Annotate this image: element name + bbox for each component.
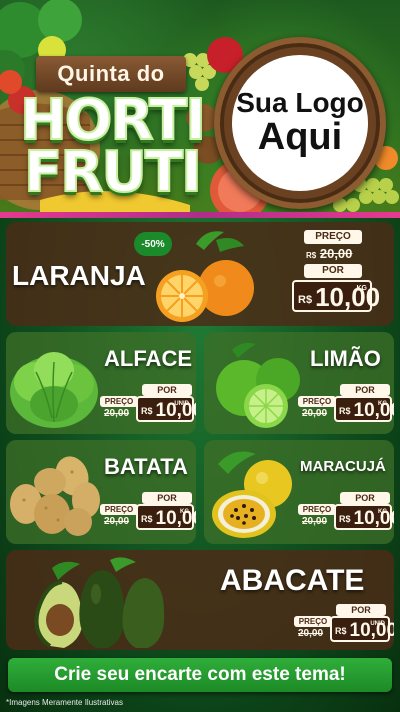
flyer-page: Quinta do HORTI FRUTI Sua Logo Aqui LARA… [0, 0, 400, 712]
brand-line-2: FRUTI [23, 139, 203, 206]
product-name-alface: ALFACE [104, 346, 192, 371]
unit-alface: UNID [174, 401, 189, 407]
price-label-laranja: PREÇO [304, 230, 362, 244]
lime-icon [216, 342, 300, 428]
new-price-laranja: R$ 10,00 KG [292, 280, 380, 312]
discount-badge: -50% [134, 232, 172, 256]
title-small: Quinta do [57, 61, 165, 86]
new-price-alface: R$ 10,00 UNID [136, 396, 196, 422]
product-name-abacate: ABACATE [220, 564, 365, 597]
old-price-value-batata: 20,00 [104, 516, 130, 527]
currency-batata: R$ [141, 514, 153, 524]
header-banner: Quinta do HORTI FRUTI Sua Logo Aqui [0, 0, 400, 216]
product-name-batata: BATATA [104, 454, 188, 479]
avocado-icon [34, 557, 165, 648]
unit-abacate: UNID [370, 621, 385, 627]
price-label-limao: PREÇO [298, 396, 336, 407]
old-price-value-alface: 20,00 [104, 408, 130, 419]
old-price-maracuja: 20,00 [302, 516, 327, 527]
old-price-alface: 20,00 [104, 408, 129, 419]
potato-icon [10, 456, 100, 536]
product-name-maracuja: MARACUJÁ [300, 458, 386, 475]
new-price-batata: R$ 10,00 KG [136, 504, 196, 530]
disclaimer-text: *Imagens Meramente Ilustrativas [6, 698, 123, 707]
product-card-batata[interactable]: BATATA POR PREÇO 20,00 R$ 10,00 KG [6, 440, 196, 544]
logo-placeholder[interactable]: Sua Logo Aqui [214, 37, 386, 209]
new-price-value-maracuja: 10,00 [353, 508, 394, 529]
currency-limao: R$ [339, 406, 351, 416]
product-card-laranja[interactable]: LARANJA PREÇO R$ 20,00 POR R$ 10,00 KG [6, 222, 394, 326]
old-price-value-maracuja: 20,00 [302, 516, 328, 527]
title-board: Quinta do [36, 56, 186, 92]
new-price-value-limao: 10,00 [353, 400, 394, 421]
por-label-laranja: POR [304, 264, 362, 278]
logo-inner: Sua Logo Aqui [232, 55, 368, 191]
cta-label: Crie seu encarte com este tema! [54, 664, 346, 685]
por-label-abacate: POR [336, 604, 386, 616]
passion-fruit-icon [212, 451, 292, 538]
old-price-abacate: 20,00 [298, 628, 323, 639]
logo-line-1: Sua Logo [236, 87, 364, 119]
old-price-laranja: R$ 20,00 [306, 246, 352, 261]
header-divider [0, 212, 400, 218]
currency-alface: R$ [141, 406, 153, 416]
old-price-limao: 20,00 [302, 408, 327, 419]
unit-limao: KG [378, 401, 387, 407]
price-label-maracuja: PREÇO [298, 504, 336, 515]
price-label-abacate: PREÇO [294, 616, 332, 627]
por-label-limao: POR [340, 384, 390, 396]
lettuce-icon [10, 352, 98, 428]
product-card-maracuja[interactable]: MARACUJÁ POR PREÇO 20,00 R$ 10,00 KG [204, 440, 394, 544]
currency-abacate: R$ [335, 626, 347, 636]
product-name-laranja: LARANJA [12, 260, 146, 291]
unit-laranja: KG [356, 285, 368, 292]
new-price-abacate: R$ 10,00 UNID [330, 616, 394, 642]
old-price-value-laranja: 20,00 [319, 246, 353, 261]
new-price-limao: R$ 10,00 KG [334, 396, 394, 422]
product-card-limao[interactable]: LIMÃO POR PREÇO 20,00 R$ 10,00 KG [204, 332, 394, 434]
price-label-alface: PREÇO [100, 396, 138, 407]
product-card-abacate[interactable]: ABACATE POR PREÇO 20,00 R$ 10,00 UNID [6, 550, 394, 650]
price-label-batata: PREÇO [100, 504, 138, 515]
new-price-value-laranja: 10,00 [315, 282, 381, 312]
por-label-batata: POR [142, 492, 192, 504]
cta-button[interactable]: Crie seu encarte com este tema! [8, 658, 392, 692]
old-price-batata: 20,00 [104, 516, 129, 527]
por-label-maracuja: POR [340, 492, 390, 504]
product-name-limao: LIMÃO [310, 346, 381, 371]
old-price-prefix-laranja: R$ [306, 251, 317, 260]
old-price-value-limao: 20,00 [302, 408, 328, 419]
logo-line-2: Aqui [257, 115, 343, 158]
new-price-maracuja: R$ 10,00 KG [334, 504, 394, 530]
new-price-value-batata: 10,00 [155, 508, 196, 529]
unit-batata: KG [180, 509, 189, 515]
currency-laranja: R$ [298, 294, 313, 306]
por-label-alface: POR [142, 384, 192, 396]
old-price-value-abacate: 20,00 [298, 628, 324, 639]
currency-maracuja: R$ [339, 514, 351, 524]
unit-maracuja: KG [378, 509, 387, 515]
product-card-alface[interactable]: ALFACE POR PREÇO 20,00 R$ 10,00 UNID [6, 332, 196, 434]
